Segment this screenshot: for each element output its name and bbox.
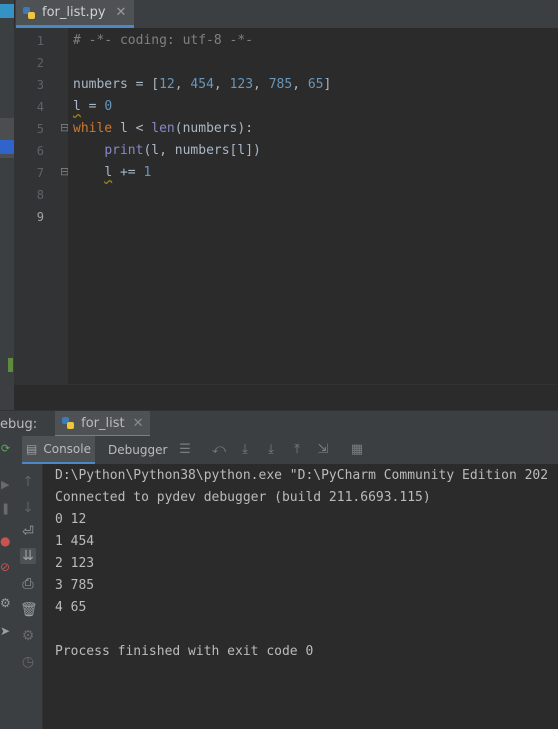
line-number: 2: [36, 56, 44, 70]
debug-session-label: for_list: [81, 415, 125, 431]
print-icon[interactable]: ⎙: [20, 576, 36, 592]
console-line: 4 65: [55, 600, 87, 615]
console-icon: ▤: [26, 442, 38, 456]
pause-icon[interactable]: ❚: [1, 502, 10, 515]
code-line-6: print(l, numbers[l]): [104, 143, 261, 158]
debug-left-toolbar: ⟳ ▶ ❚ ● ⊘ ⚙ ➤: [0, 442, 15, 729]
debug-label: ebug:: [0, 416, 38, 432]
layout-menu-icon[interactable]: ☰: [178, 443, 192, 457]
line-number: 1: [36, 34, 44, 48]
python-console-icon[interactable]: ⚙: [20, 628, 36, 644]
code-line-1: # -*- coding: utf-8 -*-: [73, 33, 254, 48]
debug-subtabs-bar: ▤ Console Debugger ☰ ⤺ ⤓ ⤓ ⤒ ⇲ ▦: [0, 436, 558, 465]
project-tool-icon[interactable]: [0, 4, 14, 18]
line-number-current: 9: [36, 210, 44, 224]
python-file-icon: [61, 416, 75, 430]
line-number: 8: [36, 188, 44, 202]
down-stack-icon[interactable]: ↓: [20, 500, 36, 516]
line-number: 3: [36, 78, 44, 92]
line-number: 6: [36, 144, 44, 158]
tab-debugger[interactable]: Debugger: [108, 436, 167, 464]
evaluate-expression-icon[interactable]: ▦: [350, 443, 364, 457]
show-execution-point-icon[interactable]: ⤺: [212, 443, 226, 457]
debug-tool-window-header: ebug: for_list ✕: [0, 410, 558, 437]
console-line: 2 123: [55, 556, 95, 571]
editor-tab-bar: for_list.py ✕: [0, 0, 558, 29]
history-icon[interactable]: ◷: [20, 654, 36, 670]
view-breakpoints-icon[interactable]: ●: [0, 534, 10, 548]
resume-icon[interactable]: ▶: [1, 478, 9, 491]
tab-console-label: Console: [43, 442, 91, 456]
code-line-7: l += 1: [104, 165, 152, 180]
line-number: 4: [36, 100, 44, 114]
up-stack-icon[interactable]: ↑: [20, 474, 36, 490]
console-line: 0 12: [55, 512, 87, 527]
favorites-tool-icon[interactable]: [8, 358, 13, 372]
clear-all-icon[interactable]: 🗑: [20, 602, 38, 618]
step-out-icon[interactable]: ⤒: [290, 443, 304, 457]
left-tool-strip: [0, 0, 15, 410]
console-line: 3 785: [55, 578, 95, 593]
tab-debugger-label: Debugger: [108, 443, 168, 457]
close-tab-icon[interactable]: ✕: [116, 5, 127, 20]
settings-icon[interactable]: ⚙: [0, 596, 11, 610]
editor-bottom-area: [14, 384, 558, 409]
rerun-icon[interactable]: ⟳: [1, 442, 13, 455]
code-line-3: numbers = [12, 454, 123, 785, 65]: [73, 77, 332, 92]
code-line-4: l = 0: [73, 99, 113, 114]
console-line: 1 454: [55, 534, 95, 549]
console-toolbar: ↑ ↓ ⏎ ⇊ ⎙ 🗑 ⚙ ◷: [14, 464, 43, 729]
pin-tab-icon[interactable]: ➤: [0, 624, 10, 638]
mute-breakpoints-icon[interactable]: ⊘: [0, 560, 10, 574]
run-to-cursor-icon[interactable]: ⇲: [316, 443, 330, 457]
console-line: Connected to pydev debugger (build 211.6…: [55, 490, 431, 505]
tab-console[interactable]: ▤ Console: [22, 436, 95, 464]
code-editor[interactable]: # -*- coding: utf-8 -*- numbers = [12, 4…: [68, 28, 558, 384]
code-line-5: while l < len(numbers):: [73, 121, 254, 136]
line-number-gutter: 1 2 3 4 5 6 7 8 9 ⊟ ⊟: [14, 28, 69, 384]
line-number: 7: [36, 166, 44, 180]
step-into-icon[interactable]: ⤓: [264, 443, 278, 457]
debug-session-tab[interactable]: for_list ✕: [55, 411, 150, 437]
console-line: Process finished with exit code 0: [55, 644, 314, 659]
soft-wrap-icon[interactable]: ⏎: [20, 524, 36, 540]
step-over-icon[interactable]: ⤓: [238, 443, 252, 457]
file-tab-for-list[interactable]: for_list.py ✕: [16, 0, 135, 28]
python-file-icon: [22, 6, 36, 20]
console-output[interactable]: D:\Python\Python38\python.exe "D:\PyChar…: [43, 464, 558, 729]
line-number: 5: [36, 122, 44, 136]
tool-window-selected-marker: [0, 140, 14, 154]
console-line: D:\Python\Python38\python.exe "D:\PyChar…: [55, 468, 549, 483]
file-tab-label: for_list.py: [42, 5, 106, 20]
scroll-to-end-icon[interactable]: ⇊: [20, 548, 36, 564]
close-session-icon[interactable]: ✕: [133, 416, 144, 431]
